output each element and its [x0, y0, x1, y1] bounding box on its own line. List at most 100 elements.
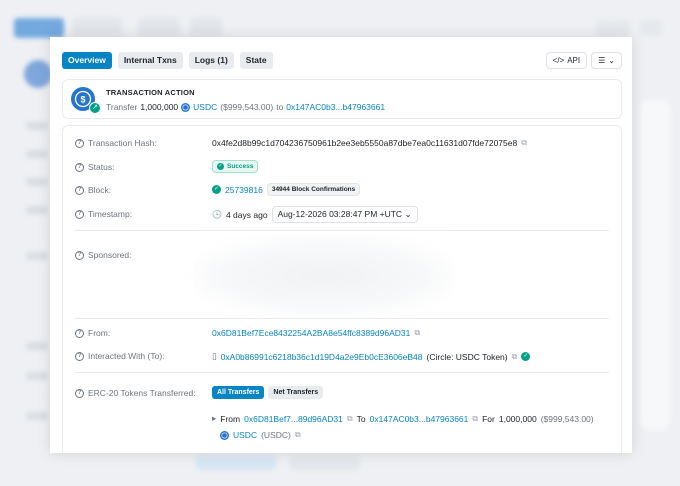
tab-logs[interactable]: Logs (1) [188, 52, 234, 69]
bg-text [26, 412, 48, 420]
help-icon: ? [75, 351, 84, 361]
bg-text [26, 122, 48, 130]
transfer-to-address[interactable]: 0x147AC0b3...b47963661 [370, 414, 469, 424]
timestamp-label: Timestamp: [88, 209, 133, 219]
verified-icon: ✓ [521, 352, 531, 361]
tab-bar: Overview Internal Txns Logs (1) State [62, 52, 273, 69]
timestamp-ago: 4 days ago [225, 209, 268, 220]
sponsored-content [193, 236, 453, 316]
transfer-token-symbol: (USDC) [261, 430, 291, 440]
net-transfers-button[interactable]: Net Transfers [268, 386, 324, 399]
api-label: API [567, 56, 581, 65]
status-label: Status: [88, 162, 115, 172]
status-text: Success [227, 163, 254, 170]
transfer-arrow-icon: ↗ [89, 102, 101, 114]
action-amount: 1,000,000 [140, 102, 179, 112]
bg-tab [190, 18, 222, 38]
clock-icon: 🕓 [212, 210, 222, 219]
divider [75, 318, 609, 319]
all-transfers-button[interactable]: All Transfers [212, 386, 265, 399]
bg-tool [640, 20, 662, 36]
bg-tool [596, 20, 630, 36]
transaction-panel: Overview Internal Txns Logs (1) State </… [50, 37, 632, 453]
sponsored-label: Sponsored: [88, 250, 132, 260]
usdc-token-icon [181, 102, 191, 112]
to-label-row: ? Interacted With (To): [75, 351, 165, 361]
caret-right-icon: ▸ [212, 413, 217, 423]
status-label-row: ? Status: [75, 162, 114, 172]
transfer-toggle: All Transfers Net Transfers [212, 386, 324, 399]
action-to-address[interactable]: 0x147AC0b3...b47963661 [286, 102, 385, 112]
list-icon: ☰ [598, 56, 606, 65]
transfer-usd: ($999,543.00) [540, 413, 594, 424]
hash-label: Transaction Hash: [88, 138, 157, 148]
help-icon: ? [75, 209, 84, 219]
transfer-amount: 1,000,000 [498, 413, 537, 424]
chevron-down-icon: ⌄ [404, 209, 412, 219]
tab-state[interactable]: State [239, 52, 273, 69]
transfer-to-word: To [356, 413, 366, 424]
usdc-token-icon [220, 430, 229, 440]
tab-internal-txns[interactable]: Internal Txns [117, 52, 183, 69]
timestamp-label-row: ? Timestamp: [75, 209, 132, 219]
block-value-row: ✓ 25739816 34944 Block Confirmations [212, 183, 361, 196]
tab-overview[interactable]: Overview [62, 52, 112, 69]
action-title: TRANSACTION ACTION [106, 88, 195, 97]
transfer-for-word: For [482, 413, 495, 424]
confirmations-badge: 34944 Block Confirmations [266, 183, 361, 196]
from-label: From: [88, 328, 111, 338]
to-address-link[interactable]: 0xA0b86991c6218b36c1d19D4a2e9Eb0cE3606eB… [221, 352, 423, 362]
view-options-button[interactable]: ☰ ⌄ [591, 52, 622, 69]
help-icon: ? [75, 138, 84, 148]
from-address-link[interactable]: 0x6D81Bef7Ece8432254A2BA8e54ffc8389d96AD… [212, 328, 410, 338]
copy-icon[interactable]: ⧉ [295, 430, 301, 440]
api-button[interactable]: </> API [545, 52, 588, 69]
bg-button [196, 456, 276, 470]
transfer-token-link[interactable]: USDC [233, 430, 257, 440]
bg-text [26, 342, 48, 350]
help-icon: ? [75, 162, 84, 172]
copy-icon[interactable]: ⧉ [512, 352, 518, 362]
divider [75, 372, 609, 373]
bg-text [26, 206, 48, 214]
hash-value-row: 0x4fe2d8b99c1d704236750961b2ee3eb5550a87… [212, 138, 527, 148]
divider [75, 230, 609, 231]
erc20-label-row: ? ERC-20 Tokens Transferred: [75, 388, 196, 398]
action-usd-value: ($999,543.00) [220, 102, 274, 112]
action-token-link[interactable]: USDC [193, 102, 217, 112]
copy-icon[interactable]: ⧉ [521, 138, 527, 148]
block-link[interactable]: 25739816 [225, 185, 263, 195]
status-badge: ✓ Success [212, 160, 259, 173]
transaction-details: ? Transaction Hash: 0x4fe2d8b99c1d704236… [62, 125, 622, 453]
transfer-from-word: From [220, 413, 241, 424]
block-label-row: ? Block: [75, 185, 111, 195]
bg-text [26, 372, 48, 380]
copy-icon[interactable]: ⧉ [347, 414, 353, 424]
from-label-row: ? From: [75, 328, 110, 338]
copy-icon[interactable]: ⧉ [472, 414, 478, 424]
bg-text [26, 178, 48, 186]
bg-text [26, 252, 48, 260]
help-icon: ? [75, 250, 84, 260]
bg-button [290, 456, 360, 470]
transfer-from-address[interactable]: 0x6D81Bef7...89d96AD31 [244, 414, 343, 424]
toolbar: </> API ☰ ⌄ [545, 52, 622, 69]
timestamp-dropdown[interactable]: Aug-12-2026 03:28:47 PM +UTC ⌄ [271, 206, 418, 223]
copy-icon[interactable]: ⧉ [414, 328, 420, 338]
action-to-word: to [276, 102, 284, 112]
check-circle-icon: ✓ [212, 185, 221, 194]
code-icon: </> [552, 56, 565, 65]
erc20-label: ERC-20 Tokens Transferred: [88, 388, 196, 398]
svg-text:$: $ [80, 95, 85, 105]
check-circle-icon: ✓ [217, 163, 224, 170]
transfer-row: ▸ From 0x6D81Bef7...89d96AD31 ⧉ To 0x147… [212, 413, 594, 424]
sponsored-label-row: ? Sponsored: [75, 250, 131, 260]
timestamp-value-row: 🕓 4 days ago Aug-12-2026 03:28:47 PM +UT… [212, 206, 418, 223]
bg-tab [138, 18, 180, 38]
transfer-token-row: USDC (USDC) ⧉ [220, 430, 301, 440]
hash-value: 0x4fe2d8b99c1d704236750961b2ee3eb5550a87… [212, 138, 518, 148]
help-icon: ? [75, 388, 84, 398]
to-contract-name: (Circle: USDC Token) [426, 351, 508, 362]
help-icon: ? [75, 328, 84, 338]
timestamp-value: Aug-12-2026 03:28:47 PM +UTC [277, 209, 403, 219]
